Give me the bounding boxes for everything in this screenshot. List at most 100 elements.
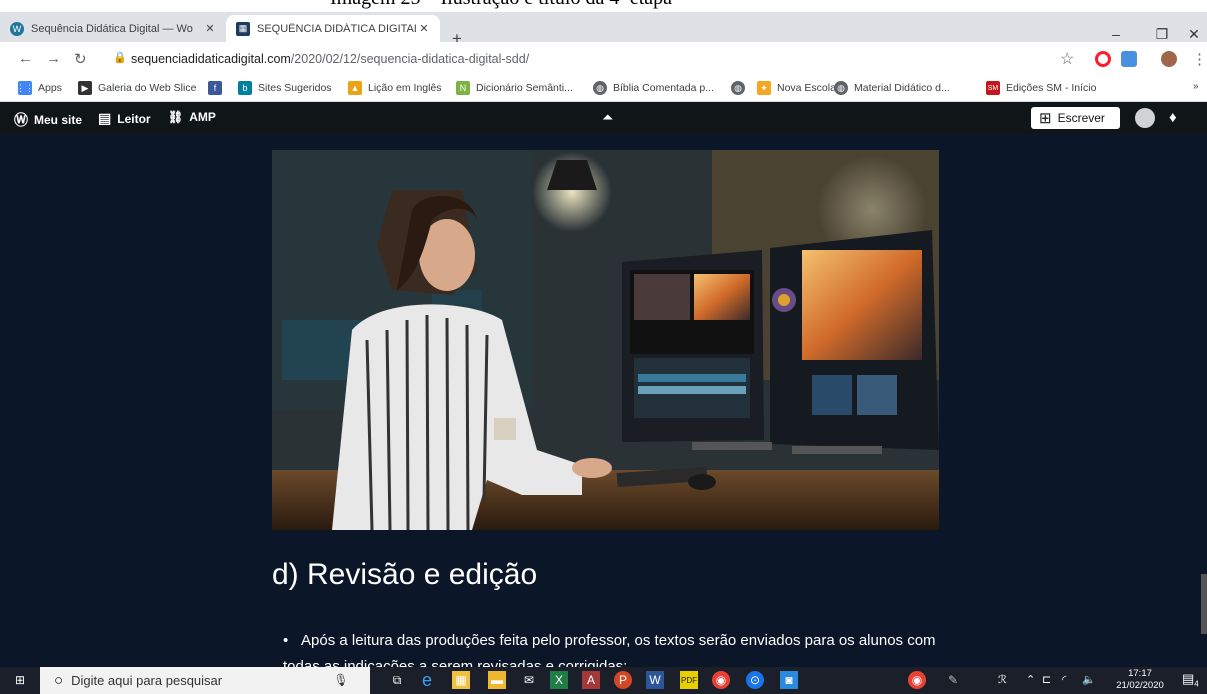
article-image-video-editor <box>272 150 939 530</box>
excel-icon[interactable]: X <box>550 671 568 689</box>
bookmark-label: Bíblia Comentada p... <box>613 82 714 94</box>
dictionary-icon: N <box>456 81 470 95</box>
profile-avatar[interactable] <box>1161 51 1177 67</box>
document-caption: Imagem 25 – Ilustração e título da 4ª et… <box>0 0 1207 12</box>
editor-photo-illustration <box>272 150 939 530</box>
close-tab-icon[interactable]: ✕ <box>202 22 218 35</box>
bookmark-dicionario[interactable]: N Dicionário Semânti... <box>456 81 573 95</box>
mail-icon[interactable]: ✉ <box>520 671 538 689</box>
address-bar[interactable]: 🔒 sequenciadidaticadigital.com/2020/02/1… <box>103 46 1063 72</box>
sm-icon: SM <box>986 81 1000 95</box>
my-site-link[interactable]: Ⓦ Meu site <box>14 110 82 130</box>
chrome-icon[interactable]: ◉ <box>712 671 730 689</box>
windows-start-icon[interactable]: ⊞ <box>11 671 29 689</box>
facebook-icon: f <box>208 81 222 95</box>
browser-tab-bar: W Sequência Didática Digital — Wo ✕ ▦ SE… <box>0 12 1207 48</box>
globe-icon: ◍ <box>731 81 745 95</box>
extension-icon[interactable] <box>1121 51 1137 67</box>
url-text[interactable]: sequenciadidaticadigital.com/2020/02/12/… <box>131 52 529 66</box>
write-button[interactable]: ⊞ Escrever <box>1031 107 1120 129</box>
scrollbar-thumb[interactable] <box>1201 574 1207 634</box>
file-explorer-icon[interactable]: ▬ <box>488 671 506 689</box>
wordpress-icon: W <box>10 21 24 36</box>
bookmark-licao-ingles[interactable]: ▲ Lição em Inglês <box>348 81 442 95</box>
clock-time: 17:17 <box>1128 668 1152 679</box>
taskbar-clock[interactable]: 17:17 21/02/2020 <box>1115 668 1165 692</box>
clock-date: 21/02/2020 <box>1116 680 1164 691</box>
list-item-text: Após a leitura das produções feita pelo … <box>283 632 936 667</box>
taskbar-search-box[interactable]: ○ Digite aqui para pesquisar <box>40 667 370 694</box>
task-view-icon[interactable]: ⧉ <box>388 671 406 689</box>
bookmark-biblia[interactable]: ◍ Bíblia Comentada p... <box>593 81 714 95</box>
lesson-icon: ▲ <box>348 81 362 95</box>
write-label: Escrever <box>1057 111 1105 125</box>
address-toolbar: ← → ↻ 🔒 sequenciadidaticadigital.com/202… <box>0 42 1207 75</box>
notification-count: 4 <box>1194 679 1199 689</box>
bookmark-nova-escola[interactable]: ✦ Nova Escola <box>757 81 836 95</box>
apps-grid-icon: ⋮⋮ <box>16 81 34 95</box>
article-content: d) Revisão e edição • Após a leitura das … <box>0 134 1207 667</box>
tray-chevron-icon[interactable]: ⌃ <box>1026 673 1035 686</box>
back-arrow-icon[interactable]: ← <box>18 50 33 67</box>
windows-taskbar: ⊞ ○ Digite aqui para pesquisar 🎙 ⧉ e ▦ ▬ … <box>0 667 1207 694</box>
my-site-label: Meu site <box>34 113 83 127</box>
lock-icon: 🔒 <box>113 52 127 64</box>
powerpoint-icon[interactable]: P <box>614 671 632 689</box>
reader-link[interactable]: ▤ Leitor <box>98 110 151 127</box>
bookmark-apps[interactable]: ⋮⋮ Apps <box>16 81 62 95</box>
menu-dots-icon[interactable]: ⋮ <box>1192 50 1207 68</box>
tab-sequencia-wp[interactable]: W Sequência Didática Digital — Wo ✕ <box>0 15 226 42</box>
forward-arrow-icon[interactable]: → <box>46 50 61 67</box>
tab-title: SEQUÊNCIA DIDÁTICA DIGITAL – <box>257 22 416 35</box>
bookmark-label: Apps <box>38 82 62 94</box>
camera-icon[interactable]: ◙ <box>780 671 798 689</box>
people-icon[interactable]: ℛ <box>998 673 1007 686</box>
bookmarks-bar: ⋮⋮ Apps ▶ Galeria do Web Slice f b Sites Su… <box>0 75 1207 102</box>
notifications-bell-icon[interactable]: ♦ <box>1169 109 1177 126</box>
link-icon: ⛓ <box>168 110 184 124</box>
amp-link[interactable]: ⛓ AMP <box>168 110 216 124</box>
wordpress-admin-bar: Ⓦ Meu site ▤ Leitor ⛓ AMP ⏶ <box>0 102 1207 134</box>
edge-icon[interactable]: e <box>418 670 436 690</box>
user-avatar[interactable] <box>1135 108 1155 128</box>
bookmark-material-didatico[interactable]: ◍ Material Didático d... <box>834 81 950 95</box>
search-placeholder: Digite aqui para pesquisar <box>71 673 223 688</box>
network-icon[interactable]: ⊏ <box>1042 673 1051 686</box>
access-icon[interactable]: A <box>582 671 600 689</box>
notification-center-icon[interactable]: ▤4 <box>1182 671 1199 689</box>
more-bookmarks-icon[interactable]: » <box>1193 81 1199 92</box>
minimize-button[interactable]: – <box>1093 26 1139 42</box>
reader-label: Leitor <box>117 111 151 126</box>
bookmark-facebook[interactable]: f <box>208 81 228 95</box>
store-icon[interactable]: ▦ <box>452 671 470 689</box>
bookmark-sites-sugeridos[interactable]: b Sites Sugeridos <box>238 81 332 95</box>
bookmark-label: Galeria do Web Slice <box>98 82 197 94</box>
reload-icon[interactable]: ↻ <box>74 50 87 68</box>
write-icon: ⊞ <box>1039 110 1052 127</box>
microphone-icon[interactable]: 🎙 <box>332 671 350 689</box>
pdf-icon[interactable]: PDF <box>680 671 698 689</box>
bookmark-star-icon[interactable]: ☆ <box>1060 49 1074 69</box>
wifi-icon[interactable]: ◜ <box>1062 673 1066 686</box>
url-domain: sequenciadidaticadigital.com <box>131 52 291 66</box>
bookmark-label: Nova Escola <box>777 82 836 94</box>
tab-sequencia-active[interactable]: ▦ SEQUÊNCIA DIDÁTICA DIGITAL – ✕ <box>226 15 440 42</box>
chrome-active-icon[interactable]: ◉ <box>908 671 926 689</box>
close-window-button[interactable]: ✕ <box>1171 26 1207 43</box>
scroll-to-top-icon[interactable]: ⏶ <box>602 109 613 126</box>
close-tab-icon[interactable]: ✕ <box>416 22 432 35</box>
search-app-icon[interactable]: ⊙ <box>746 671 764 689</box>
opera-extension-icon[interactable] <box>1095 51 1111 67</box>
globe-icon: ◍ <box>834 81 848 95</box>
bookmark-web-slice[interactable]: ▶ Galeria do Web Slice <box>78 81 196 95</box>
wordpress-logo-icon: Ⓦ <box>14 112 28 128</box>
caption-text: Imagem 25 – Ilustração e título da 4ª et… <box>330 0 672 10</box>
paint-icon[interactable]: ✎ <box>944 671 962 689</box>
bookmark-globe[interactable]: ◍ <box>731 81 751 95</box>
tab-title: Sequência Didática Digital — Wo <box>31 22 193 35</box>
bookmark-edicoes-sm[interactable]: SM Edições SM - Início <box>986 81 1096 95</box>
bullet-dot-icon: • <box>283 632 289 649</box>
reader-icon: ▤ <box>98 110 112 126</box>
volume-icon[interactable]: 🔈 <box>1082 673 1096 686</box>
word-icon[interactable]: W <box>646 671 664 689</box>
